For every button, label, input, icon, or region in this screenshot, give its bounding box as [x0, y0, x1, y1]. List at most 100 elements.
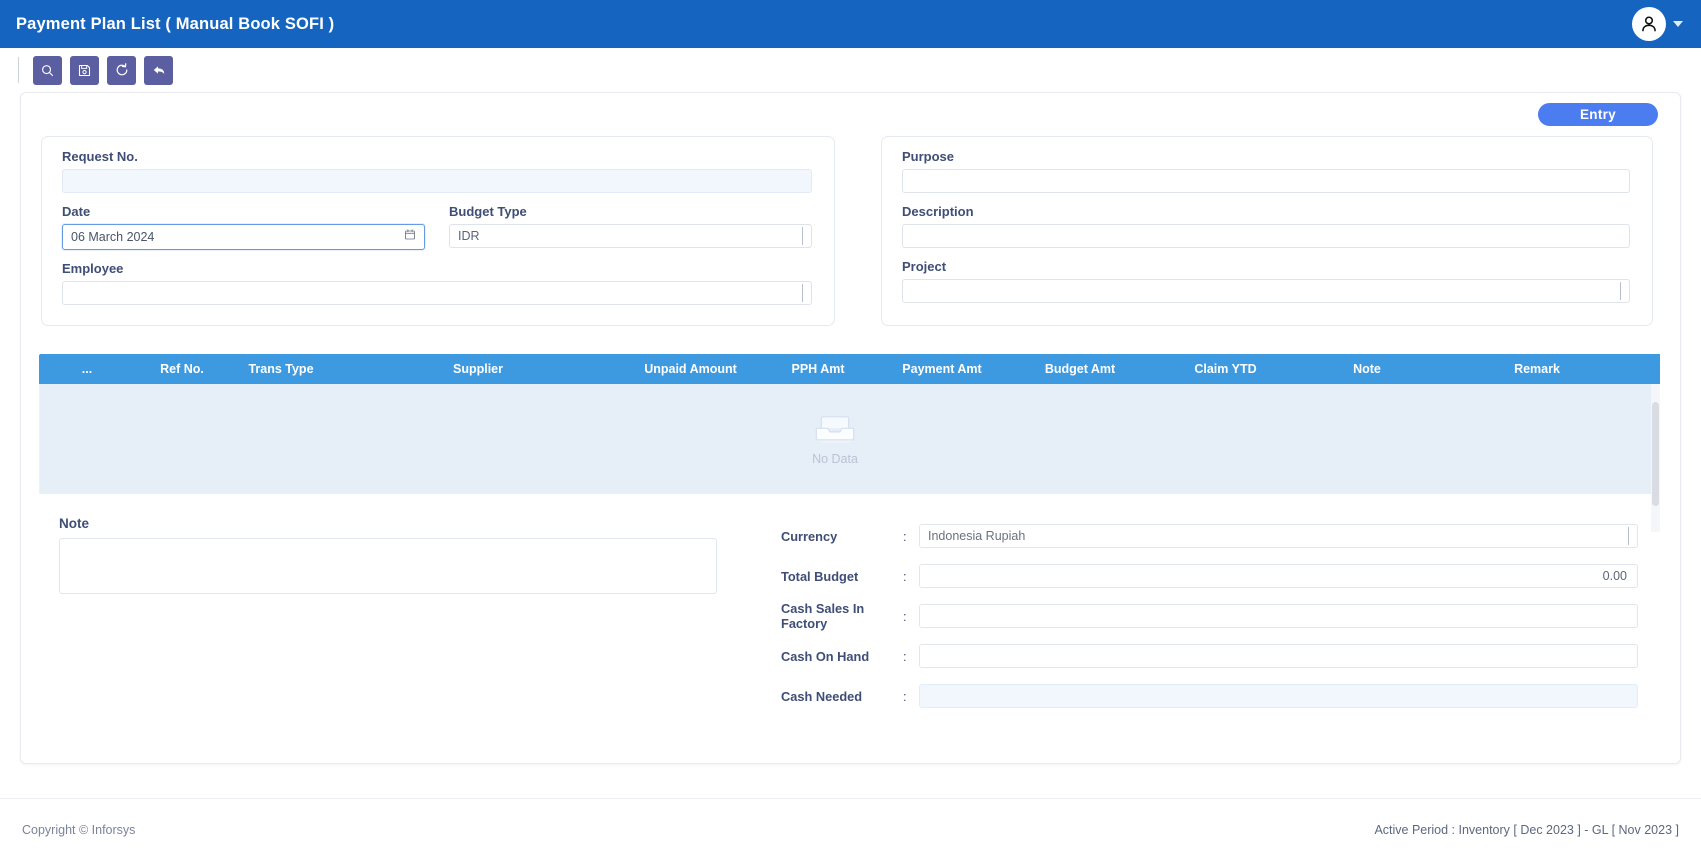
- summary-row-value[interactable]: 0.00: [919, 564, 1638, 588]
- copyright-text: Copyright © Inforsys: [22, 822, 136, 837]
- table-column-header[interactable]: Unpaid Amount: [623, 362, 758, 376]
- action-toolbar: [0, 48, 1701, 92]
- table-column-header[interactable]: PPH Amt: [758, 362, 878, 376]
- summary-row-separator: :: [903, 688, 907, 704]
- employee-field[interactable]: [62, 281, 812, 305]
- note-textarea[interactable]: [59, 538, 717, 594]
- reset-button[interactable]: [107, 55, 136, 85]
- description-input[interactable]: [902, 224, 1630, 248]
- budget-type-group: Budget Type IDR: [449, 204, 812, 250]
- page-title: Payment Plan List ( Manual Book SOFI ): [16, 14, 335, 33]
- summary-row: Cash Needed:: [781, 676, 1638, 716]
- summary-row-label: Total Budget: [781, 568, 859, 584]
- app-footer: Copyright © Inforsys Active Period : Inv…: [0, 798, 1701, 860]
- purpose-input[interactable]: [902, 169, 1630, 193]
- table-header-row: ... Ref No. Trans Type Supplier Unpaid Amoun…: [39, 354, 1660, 384]
- note-column: Note: [41, 516, 781, 716]
- entry-action-row: Entry: [21, 93, 1680, 126]
- chevron-down-icon[interactable]: [1628, 527, 1629, 545]
- table-column-header[interactable]: Remark: [1437, 362, 1637, 376]
- summary-row-separator: :: [903, 568, 907, 584]
- project-label: Project: [902, 259, 947, 274]
- header-user-menu[interactable]: [1632, 7, 1683, 41]
- summary-row-field[interactable]: [919, 604, 1638, 628]
- payment-items-table: ... Ref No. Trans Type Supplier Unpaid Amoun…: [39, 354, 1660, 532]
- chevron-down-icon[interactable]: [1673, 21, 1683, 27]
- description-label: Description: [902, 204, 974, 219]
- search-button[interactable]: [33, 55, 62, 85]
- table-column-header[interactable]: ...: [39, 362, 135, 376]
- summary-row-separator: :: [903, 608, 907, 624]
- summary-row: Currency: Indonesia Rupiah: [781, 516, 1638, 556]
- summary-row-separator: :: [903, 528, 907, 544]
- table-column-header[interactable]: Claim YTD: [1154, 362, 1297, 376]
- summary-row-label: Cash On Hand: [781, 648, 870, 664]
- summary-row: Cash Sales In Factory:: [781, 596, 1638, 636]
- summary-row-value[interactable]: Indonesia Rupiah: [919, 524, 1638, 548]
- summary-row-label: Cash Needed: [781, 688, 863, 704]
- table-column-header[interactable]: Note: [1297, 362, 1437, 376]
- toolbar-divider: [18, 57, 19, 83]
- bottom-section: Note Currency: Indonesia Rupiah Total Budg…: [21, 494, 1680, 716]
- empty-state-label: No Data: [812, 452, 858, 466]
- date-label: Date: [62, 204, 91, 219]
- avatar[interactable]: [1632, 7, 1666, 41]
- main-content-card: Entry Request No. Date 06 March 2024 Bud…: [20, 92, 1681, 764]
- table-column-header[interactable]: Supplier: [333, 362, 623, 376]
- entry-button[interactable]: Entry: [1538, 103, 1658, 126]
- back-arrow-icon: [153, 66, 164, 75]
- request-no-field[interactable]: [62, 169, 812, 193]
- date-field[interactable]: [62, 224, 425, 250]
- scrollbar-thumb[interactable]: [1652, 402, 1659, 506]
- employee-select[interactable]: [62, 281, 812, 305]
- refresh-icon: [116, 63, 127, 76]
- summary-row-label: Cash Sales In Factory: [781, 601, 865, 631]
- project-field[interactable]: [902, 279, 1630, 303]
- request-no-input[interactable]: [62, 169, 812, 193]
- table-body[interactable]: No Data: [39, 384, 1660, 532]
- active-period-text: Active Period : Inventory [ Dec 2023 ] -…: [1374, 822, 1679, 837]
- note-label: Note: [59, 516, 89, 531]
- summary-row-field[interactable]: [919, 684, 1638, 708]
- purpose-label: Purpose: [902, 149, 955, 164]
- app-root: Payment Plan List ( Manual Book SOFI ) E…: [0, 0, 1701, 860]
- table-column-header[interactable]: Trans Type: [229, 362, 333, 376]
- summary-row-value[interactable]: [919, 604, 1638, 628]
- budget-type-field[interactable]: IDR: [449, 224, 812, 248]
- table-column-header[interactable]: Payment Amt: [878, 362, 1006, 376]
- form-panels: Request No. Date 06 March 2024 Budget Ty…: [21, 126, 1680, 326]
- user-icon: [1642, 16, 1656, 32]
- table-column-header[interactable]: Budget Amt: [1006, 362, 1154, 376]
- date-input[interactable]: [62, 224, 425, 250]
- table-column-header[interactable]: Ref No.: [135, 362, 229, 376]
- description-field[interactable]: [902, 224, 1630, 248]
- request-no-label: Request No.: [62, 149, 138, 164]
- summary-row-label: Currency: [781, 528, 838, 544]
- save-button[interactable]: [70, 55, 99, 85]
- summary-row: Total Budget:0.00: [781, 556, 1638, 596]
- budget-type-label: Budget Type: [449, 204, 527, 219]
- back-button[interactable]: [144, 55, 173, 85]
- employee-label: Employee: [62, 261, 124, 276]
- date-group: Date: [62, 204, 425, 250]
- date-budget-row: Date 06 March 2024 Budget Type IDR: [62, 204, 812, 250]
- summary-row-field[interactable]: 0.00: [919, 564, 1638, 588]
- summary-row-field[interactable]: [919, 644, 1638, 668]
- summary-row-value[interactable]: [919, 684, 1638, 708]
- purpose-field[interactable]: [902, 169, 1630, 193]
- form-panel-right: Purpose Description Project: [881, 136, 1653, 326]
- empty-inbox-icon: [815, 416, 855, 444]
- save-icon: [78, 64, 91, 76]
- table-vertical-scrollbar[interactable]: [1651, 384, 1660, 532]
- summary-column: Currency: Indonesia Rupiah Total Budget:0.…: [781, 516, 1660, 716]
- app-header: Payment Plan List ( Manual Book SOFI ): [0, 0, 1701, 48]
- summary-row-field[interactable]: Indonesia Rupiah: [919, 524, 1638, 548]
- empty-state: No Data: [40, 384, 1630, 494]
- form-panel-left: Request No. Date 06 March 2024 Budget Ty…: [41, 136, 835, 326]
- search-icon: [42, 64, 54, 76]
- summary-row: Cash On Hand:: [781, 636, 1638, 676]
- summary-row-value[interactable]: [919, 644, 1638, 668]
- summary-row-separator: :: [903, 648, 907, 664]
- project-select[interactable]: [902, 279, 1630, 303]
- budget-type-select[interactable]: IDR: [449, 224, 812, 248]
